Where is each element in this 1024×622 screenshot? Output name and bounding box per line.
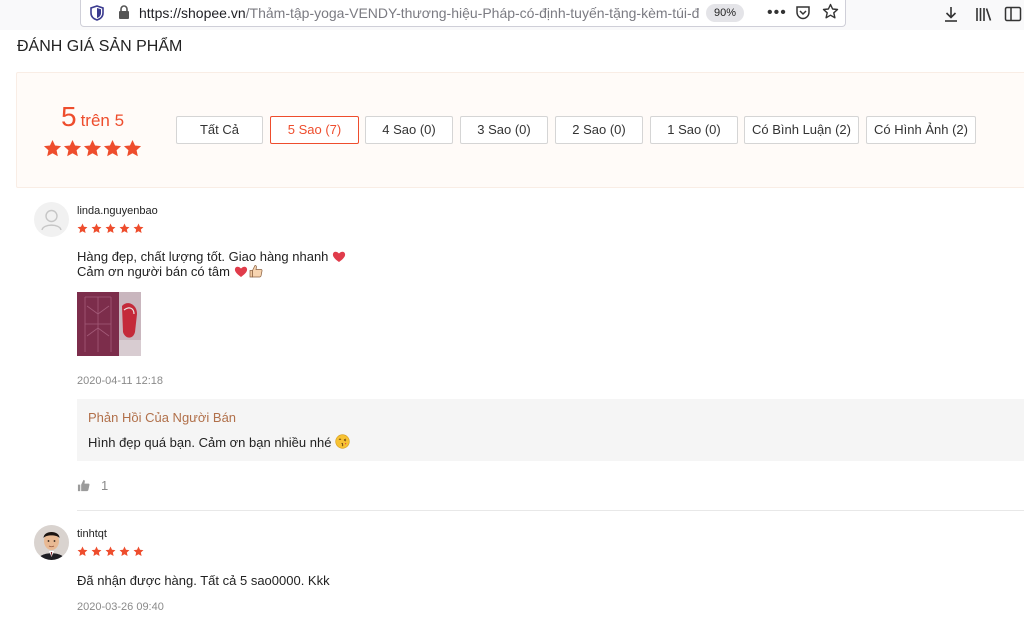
star-icon xyxy=(105,546,116,557)
filter-4-star-button[interactable]: 4 Sao (0) xyxy=(365,116,453,144)
lock-icon[interactable] xyxy=(118,5,130,20)
browser-toolbar: https://shopee.vn/Thảm-tập-yoga-VENDY-th… xyxy=(0,0,1024,30)
seller-reply-title: Phản Hồi Của Người Bán xyxy=(88,410,237,425)
star-icon xyxy=(77,546,88,557)
library-icon[interactable] xyxy=(975,5,993,23)
heart-emoji-icon xyxy=(333,251,346,262)
star-icon xyxy=(105,223,116,234)
star-icon xyxy=(103,139,122,157)
review-username[interactable]: linda.nguyenbao xyxy=(77,205,158,217)
review-photo-yoga-mat xyxy=(77,292,141,356)
star-icon xyxy=(133,546,144,557)
score-stars xyxy=(43,139,142,158)
comment-line: Cảm ơn người bán có tâm xyxy=(77,264,346,279)
review-stars xyxy=(77,546,144,557)
score-value: 5 xyxy=(61,101,77,132)
star-icon xyxy=(119,546,130,557)
review-photo[interactable] xyxy=(77,292,141,356)
heart-emoji-icon xyxy=(234,266,248,277)
filter-1-star-button[interactable]: 1 Sao (0) xyxy=(650,116,738,144)
sidebar-icon[interactable] xyxy=(1004,5,1022,23)
star-icon xyxy=(123,139,142,157)
more-options-icon[interactable]: ⋮ xyxy=(1018,477,1024,494)
url-host: https://shopee.vn xyxy=(139,5,246,21)
shield-icon[interactable] xyxy=(90,5,104,21)
star-icon xyxy=(133,223,144,234)
thumbs-up-icon[interactable] xyxy=(77,479,90,492)
thumbs-up-emoji-icon xyxy=(249,265,263,278)
kiss-emoji-icon xyxy=(335,434,351,449)
star-icon xyxy=(119,223,130,234)
review-comment: Đã nhận được hàng. Tất cả 5 sao0000. Kkk xyxy=(77,573,330,588)
like-control[interactable]: 1 xyxy=(77,478,108,493)
average-score: 5 trên 5 xyxy=(61,101,124,133)
default-user-icon xyxy=(41,209,62,231)
page-actions-menu-icon[interactable]: ••• xyxy=(767,4,787,22)
comment-line: Hàng đẹp, chất lượng tốt. Giao hàng nhan… xyxy=(77,249,346,264)
comment-line-text: Hàng đẹp, chất lượng tốt. Giao hàng nhan… xyxy=(77,249,329,264)
url-path: /Thảm-tập-yoga-VENDY-thương-hiệu-Pháp-có… xyxy=(245,5,699,21)
filter-5-star-button[interactable]: 5 Sao (7) xyxy=(270,116,359,144)
review-stars xyxy=(77,223,144,234)
avatar[interactable] xyxy=(34,525,69,560)
zoom-level-badge[interactable]: 90% xyxy=(706,4,744,22)
review-timestamp: 2020-03-26 09:40 xyxy=(77,601,164,613)
download-icon[interactable] xyxy=(942,5,960,23)
avatar[interactable] xyxy=(34,202,69,237)
score-suffix: trên 5 xyxy=(80,111,125,130)
review-comment: Hàng đẹp, chất lượng tốt. Giao hàng nhan… xyxy=(77,249,346,279)
filter-all-button[interactable]: Tất Cả xyxy=(176,116,263,144)
star-icon xyxy=(91,223,102,234)
user-photo-avatar xyxy=(34,525,69,560)
rating-overview: 5 trên 5 Tất Cả 5 Sao (7) 4 Sao (0) 3 Sao… xyxy=(16,72,1024,188)
filter-3-star-button[interactable]: 3 Sao (0) xyxy=(460,116,548,144)
star-icon xyxy=(83,139,102,157)
pocket-icon[interactable] xyxy=(795,5,811,20)
seller-reply-text: Hình đẹp quá bạn. Cảm ơn bạn nhiều nhé xyxy=(88,434,351,450)
seller-reply-body: Hình đẹp quá bạn. Cảm ơn bạn nhiều nhé xyxy=(88,435,332,450)
filter-with-photo-button[interactable]: Có Hình Ảnh (2) xyxy=(866,116,976,144)
star-icon xyxy=(63,139,82,157)
review-timestamp: 2020-04-11 12:18 xyxy=(77,375,164,387)
star-icon xyxy=(43,139,62,157)
review-divider xyxy=(77,510,1024,511)
filter-with-comment-button[interactable]: Có Bình Luận (2) xyxy=(744,116,859,144)
star-icon xyxy=(91,546,102,557)
bookmark-star-icon[interactable] xyxy=(822,3,839,20)
seller-reply: Phản Hồi Của Người Bán Hình đẹp quá bạn.… xyxy=(77,399,1024,461)
review-username[interactable]: tinhtqt xyxy=(77,528,107,540)
url-bar[interactable]: https://shopee.vn/Thảm-tập-yoga-VENDY-th… xyxy=(80,0,846,27)
filter-2-star-button[interactable]: 2 Sao (0) xyxy=(555,116,643,144)
section-title: ĐÁNH GIÁ SẢN PHẨM xyxy=(17,38,183,55)
comment-line-text: Cảm ơn người bán có tâm xyxy=(77,264,230,279)
star-icon xyxy=(77,223,88,234)
url-text[interactable]: https://shopee.vn/Thảm-tập-yoga-VENDY-th… xyxy=(139,5,699,21)
like-count: 1 xyxy=(101,478,109,493)
